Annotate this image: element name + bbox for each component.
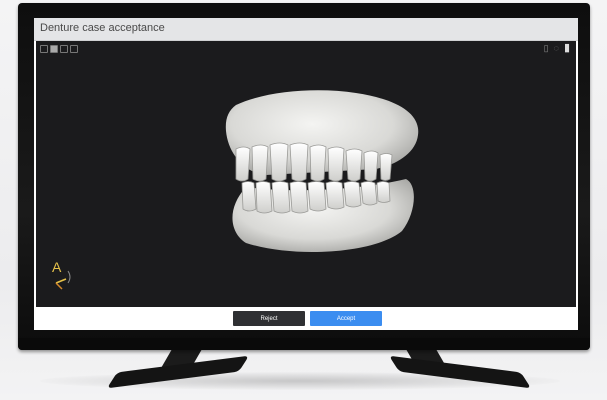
action-bar: Reject Accept bbox=[34, 307, 578, 330]
viewer-toolbar-left bbox=[40, 45, 78, 53]
denture-3d-model[interactable] bbox=[206, 83, 426, 263]
orientation-widget[interactable]: A bbox=[50, 257, 76, 293]
viewer-toolbar-right: ▯ ◌ ▮ bbox=[544, 43, 570, 54]
axis-label: A bbox=[52, 259, 62, 275]
view-icon[interactable] bbox=[40, 45, 48, 53]
app-window: Denture case acceptance ▯ ◌ ▮ A Reject A… bbox=[34, 18, 578, 330]
3d-viewer[interactable]: ▯ ◌ ▮ A bbox=[36, 41, 576, 307]
reject-button[interactable]: Reject bbox=[233, 311, 305, 326]
monitor-bezel-bottom bbox=[18, 338, 590, 350]
title-bar: Denture case acceptance bbox=[34, 18, 578, 41]
cursor-icon[interactable]: ▮ bbox=[564, 43, 570, 54]
lighting-icon[interactable]: ◌ bbox=[554, 43, 559, 53]
window-title: Denture case acceptance bbox=[40, 22, 165, 34]
solid-icon[interactable] bbox=[50, 45, 58, 53]
wire-icon[interactable] bbox=[60, 45, 68, 53]
accept-button[interactable]: Accept bbox=[310, 311, 382, 326]
ortho-icon[interactable]: ▯ bbox=[544, 43, 549, 53]
grid-icon[interactable] bbox=[70, 45, 78, 53]
